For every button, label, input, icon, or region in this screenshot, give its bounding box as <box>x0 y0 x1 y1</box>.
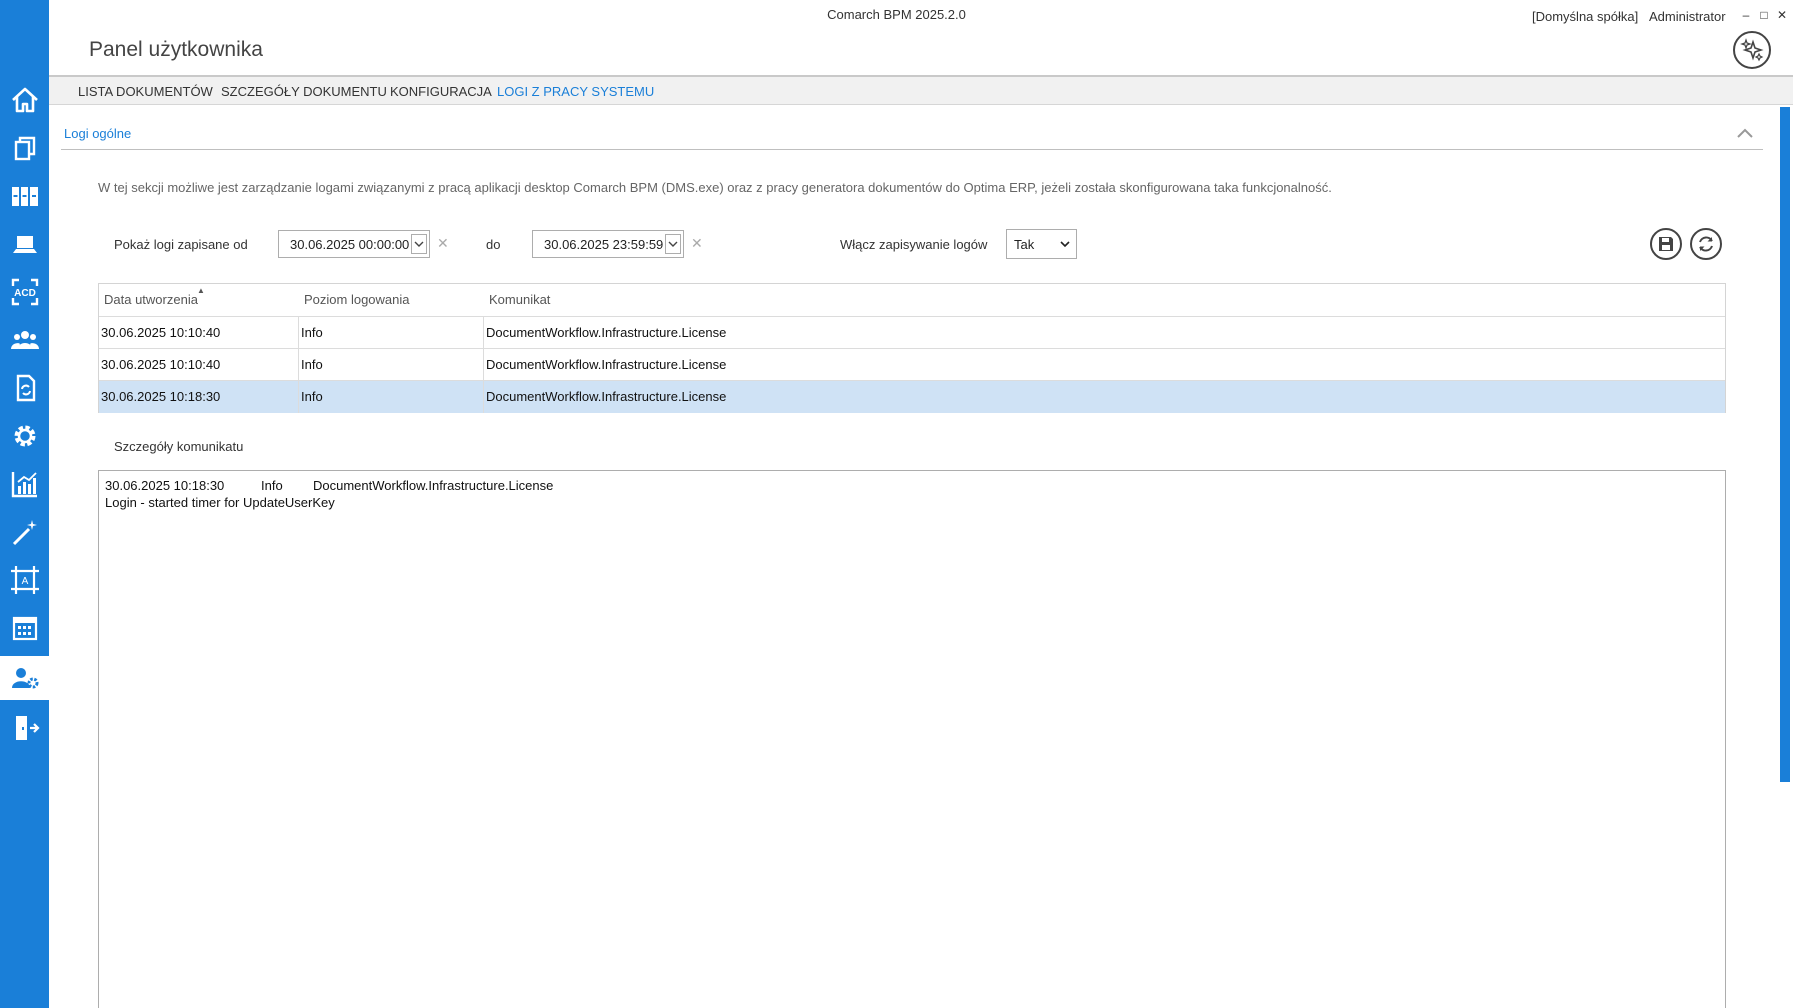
logging-enabled-value: Tak <box>1014 237 1035 252</box>
section-header: Logi ogólne <box>61 122 1763 150</box>
window-controls: – □ ✕ <box>1740 8 1788 22</box>
calendar-icon <box>12 616 37 641</box>
sidebar-item-desktop[interactable] <box>0 222 49 266</box>
tab-document-list[interactable]: LISTA DOKUMENTÓW <box>78 84 213 99</box>
cell-message: DocumentWorkflow.Infrastructure.License <box>486 357 727 372</box>
date-to-label: do <box>486 237 501 252</box>
acd-icon: ACD <box>11 278 38 306</box>
chevron-up-icon[interactable] <box>1735 124 1755 144</box>
vertical-scrollbar[interactable] <box>1780 107 1790 782</box>
date-from-field[interactable] <box>278 230 430 258</box>
details-label: Szczegóły komunikatu <box>114 439 244 454</box>
sidebar-item-documents[interactable] <box>0 126 49 170</box>
sidebar-item-ocr[interactable]: A <box>0 558 49 602</box>
log-table: Data utworzenia ▲ Poziom logowania Komun… <box>98 283 1726 413</box>
page-title: Panel użytkownika <box>89 38 263 61</box>
details-source: DocumentWorkflow.Infrastructure.License <box>313 478 554 493</box>
gear-icon <box>14 425 35 447</box>
maximize-button[interactable]: □ <box>1758 8 1770 22</box>
sidebar-item-reports[interactable] <box>0 462 49 506</box>
ocr-frame-icon: A <box>10 566 39 594</box>
svg-text:A: A <box>21 576 28 587</box>
details-message: Login - started timer for UpdateUserKey <box>105 495 335 510</box>
logging-enabled-select[interactable]: Tak <box>1006 229 1077 259</box>
bar-chart-icon <box>11 472 37 498</box>
cell-date: 30.06.2025 10:10:40 <box>101 357 221 372</box>
section-description: W tej sekcji możliwe jest zarządzanie lo… <box>98 180 1332 195</box>
documents-icon <box>14 136 35 161</box>
column-divider <box>298 316 299 413</box>
sidebar-item-logout[interactable] <box>0 706 49 750</box>
save-button[interactable] <box>1650 228 1682 260</box>
minimize-button[interactable]: – <box>1740 8 1752 22</box>
user-settings-icon <box>11 668 38 689</box>
date-from-clear-icon[interactable]: ✕ <box>437 235 449 252</box>
table-header: Data utworzenia ▲ Poziom logowania Komun… <box>99 284 1725 316</box>
refresh-icon <box>1699 236 1713 252</box>
details-date: 30.06.2025 10:18:30 <box>105 478 225 493</box>
date-to-dropdown[interactable] <box>665 234 681 254</box>
sparkle-icon <box>1740 38 1764 62</box>
sidebar-item-calendar[interactable] <box>0 606 49 650</box>
ai-assistant-button[interactable] <box>1733 31 1771 69</box>
main-sidebar: ACD A <box>0 0 49 1008</box>
app-title: Comarch BPM 2025.2.0 <box>827 7 966 22</box>
close-button[interactable]: ✕ <box>1776 8 1788 22</box>
chevron-down-icon <box>414 241 424 247</box>
document-sync-icon <box>16 374 35 402</box>
table-row[interactable]: 30.06.2025 10:10:40 Info DocumentWorkflo… <box>99 348 1725 380</box>
users-icon <box>10 331 39 349</box>
cell-message: DocumentWorkflow.Infrastructure.License <box>486 325 727 340</box>
sidebar-item-document-sync[interactable] <box>0 366 49 410</box>
sidebar-item-binders[interactable] <box>0 174 49 218</box>
section-title: Logi ogólne <box>64 126 132 141</box>
date-from-label: Pokaż logi zapisane od <box>114 237 248 252</box>
column-header-date[interactable]: Data utworzenia <box>104 292 198 307</box>
logging-enabled-label: Włącz zapisywanie logów <box>840 237 988 252</box>
cell-message: DocumentWorkflow.Infrastructure.License <box>486 389 727 404</box>
tab-document-details[interactable]: SZCZEGÓŁY DOKUMENTU <box>221 84 387 99</box>
user-name[interactable]: Administrator <box>1649 9 1726 24</box>
sidebar-item-acd[interactable]: ACD <box>0 270 49 314</box>
tab-bar: LISTA DOKUMENTÓW SZCZEGÓŁY DOKUMENTU KON… <box>49 75 1793 105</box>
column-header-message[interactable]: Komunikat <box>489 292 550 307</box>
sidebar-item-settings[interactable] <box>0 414 49 458</box>
cell-level: Info <box>301 389 323 404</box>
details-level: Info <box>261 478 283 493</box>
home-icon <box>11 87 38 113</box>
sidebar-item-home[interactable] <box>0 78 49 122</box>
cell-date: 30.06.2025 10:18:30 <box>101 389 221 404</box>
cell-date: 30.06.2025 10:10:40 <box>101 325 221 340</box>
logout-icon <box>15 716 40 740</box>
column-divider <box>483 316 484 413</box>
tab-system-logs[interactable]: LOGI Z PRACY SYSTEMU <box>497 84 654 99</box>
column-header-level[interactable]: Poziom logowania <box>304 292 410 307</box>
date-to-input[interactable] <box>533 231 663 257</box>
sidebar-item-user-panel[interactable] <box>0 656 49 700</box>
table-row[interactable]: 30.06.2025 10:10:40 Info DocumentWorkflo… <box>99 316 1725 348</box>
cell-level: Info <box>301 357 323 372</box>
table-row-selected[interactable]: 30.06.2025 10:18:30 Info DocumentWorkflo… <box>99 380 1725 413</box>
chevron-down-icon <box>1060 241 1070 248</box>
magic-wand-icon <box>12 520 37 546</box>
refresh-button[interactable] <box>1690 228 1722 260</box>
date-to-clear-icon[interactable]: ✕ <box>691 235 703 252</box>
company-selector[interactable]: [Domyślna spółka] <box>1532 9 1638 24</box>
sidebar-item-users[interactable] <box>0 318 49 362</box>
floppy-disk-icon <box>1659 237 1673 251</box>
cell-level: Info <box>301 325 323 340</box>
details-textarea[interactable]: 30.06.2025 10:18:30 Info DocumentWorkflo… <box>98 470 1726 1008</box>
date-to-field[interactable] <box>532 230 684 258</box>
sidebar-item-wizard[interactable] <box>0 510 49 554</box>
binders-icon <box>11 187 38 206</box>
date-from-dropdown[interactable] <box>411 234 427 254</box>
tab-configuration[interactable]: KONFIGURACJA <box>390 84 492 99</box>
date-from-input[interactable] <box>279 231 409 257</box>
svg-text:ACD: ACD <box>14 288 36 299</box>
laptop-icon <box>12 236 37 253</box>
sort-ascending-icon: ▲ <box>197 286 205 295</box>
chevron-down-icon <box>668 241 678 247</box>
